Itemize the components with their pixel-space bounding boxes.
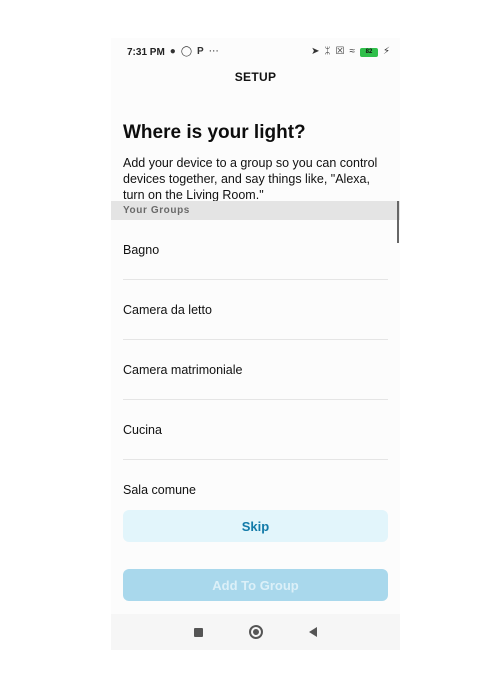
- group-item-camera-da-letto[interactable]: Camera da letto: [111, 280, 400, 339]
- battery-icon: 82: [359, 47, 378, 57]
- group-item-camera-matrimoniale[interactable]: Camera matrimoniale: [111, 340, 400, 399]
- status-time: 7:31 PM: [127, 46, 165, 58]
- phone-screen: 7:31 PM ● ◯ P ⋯ ➤ ᛯ ☒ ≈ 82 ⚡ SETUP Where…: [111, 38, 400, 650]
- chat-icon: ●: [169, 46, 176, 57]
- charging-bolt-icon: ⚡: [382, 46, 390, 57]
- group-item-label: Camera matrimoniale: [123, 362, 243, 377]
- page-title: Where is your light?: [123, 122, 306, 143]
- status-right: ➤ ᛯ ☒ ≈ 82 ⚡: [311, 47, 390, 57]
- more-dots-icon: ⋯: [208, 46, 219, 57]
- groups-section-label: Your Groups: [111, 201, 400, 220]
- group-item-cucina[interactable]: Cucina: [111, 400, 400, 459]
- wifi-icon: ≈: [349, 46, 355, 57]
- group-item-label: Camera da letto: [123, 302, 212, 317]
- group-list: Bagno Camera da letto Camera matrimonial…: [111, 220, 400, 519]
- home-circle-icon[interactable]: [249, 625, 263, 639]
- location-arrow-icon: ➤: [311, 46, 320, 57]
- status-bar: 7:31 PM ● ◯ P ⋯ ➤ ᛯ ☒ ≈ 82 ⚡: [111, 38, 400, 66]
- skip-button[interactable]: Skip: [123, 510, 388, 542]
- back-triangle-icon[interactable]: [309, 627, 317, 637]
- group-item-label: Cucina: [123, 422, 162, 437]
- recents-square-icon[interactable]: [194, 627, 203, 637]
- lightbulb-icon: ◯: [180, 46, 193, 57]
- group-item-bagno[interactable]: Bagno: [111, 220, 400, 279]
- page-description: Add your device to a group so you can co…: [123, 156, 378, 202]
- p-icon: P: [197, 46, 204, 57]
- add-to-group-button[interactable]: Add To Group: [123, 569, 388, 601]
- group-item-label: Sala comune: [123, 482, 196, 497]
- bluetooth-icon: ᛯ: [324, 46, 331, 57]
- header-title: SETUP: [234, 70, 277, 84]
- sim-x-icon: ☒: [335, 46, 345, 57]
- system-nav-bar: [111, 614, 400, 650]
- status-left: 7:31 PM ● ◯ P ⋯: [127, 47, 219, 58]
- group-item-label: Bagno: [123, 242, 160, 257]
